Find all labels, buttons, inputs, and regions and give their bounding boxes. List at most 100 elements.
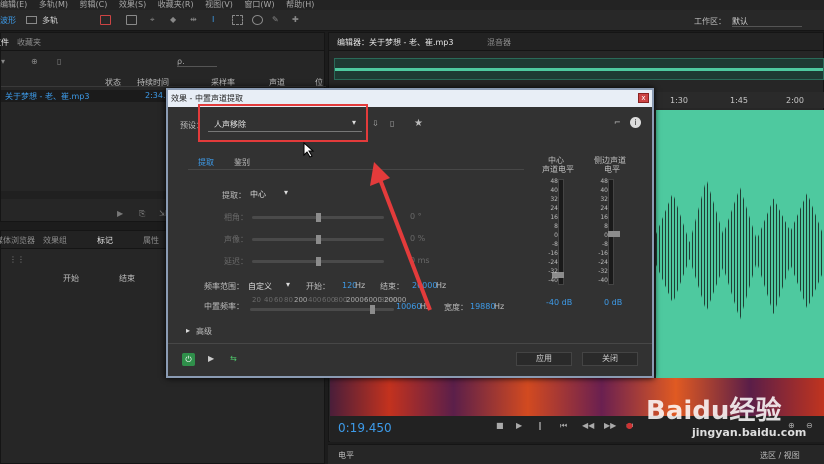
meter-tick: 40 <box>550 187 558 194</box>
tab-editor[interactable]: 编辑器：关于梦想 - 老、崔.mp3 <box>337 37 453 48</box>
razor-tool-icon[interactable]: ◆ <box>170 15 181 25</box>
save-preset-icon[interactable]: ⇩ <box>372 119 379 128</box>
side-level-value: 0 dB <box>604 298 623 307</box>
freq-range-select[interactable]: 自定义 ▾ <box>248 278 296 291</box>
tab-extract[interactable]: 提取 <box>198 157 214 168</box>
extract-select[interactable]: 中心 ▾ <box>250 187 296 199</box>
tab-divider <box>188 169 524 170</box>
dialog-close-button[interactable]: x <box>638 93 649 103</box>
slip-tool-icon[interactable]: ⇹ <box>190 15 201 25</box>
meter-tick: 0 <box>554 232 558 239</box>
meter-tick: -8 <box>552 241 558 248</box>
col-bits[interactable]: 位 <box>315 77 323 88</box>
preview-play-icon[interactable]: ▶ <box>208 354 214 363</box>
pause-icon[interactable]: ‖ <box>538 421 542 430</box>
width-value[interactable]: 19880 <box>470 302 495 311</box>
add-marker-icon[interactable]: ⋮⋮ <box>9 255 25 264</box>
chevron-down-icon: ▾ <box>284 188 289 197</box>
freq-tick: 400 <box>308 296 322 304</box>
meter-tick: 8 <box>604 223 608 230</box>
overview-waveform[interactable] <box>334 58 824 80</box>
workspace-label: 工作区： <box>694 17 726 26</box>
menu-effects[interactable]: 效果(S) <box>119 0 146 9</box>
open-file-icon[interactable]: ▾ <box>1 57 5 66</box>
mode-waveform-button[interactable]: 波形 <box>0 15 16 26</box>
dialog-title: 效果 - 中置声道提取 <box>171 94 243 103</box>
play-icon[interactable]: ▶ <box>117 209 123 218</box>
col-end[interactable]: 结束 <box>119 273 135 284</box>
power-toggle-icon[interactable]: ⏻ <box>182 353 195 366</box>
close-button[interactable]: 关闭 <box>582 352 638 366</box>
spot-healing-tool-icon[interactable]: ✚ <box>292 15 303 25</box>
menu-edit[interactable]: 编辑(E) <box>0 0 27 9</box>
col-duration[interactable]: 持续时间 <box>137 77 169 88</box>
menu-favorites[interactable]: 收藏夹(R) <box>158 0 194 9</box>
meter-tick: -16 <box>598 250 608 257</box>
side-meter-handle[interactable] <box>608 231 620 237</box>
delete-icon[interactable]: ▯ <box>57 57 61 66</box>
center-level-value: -40 dB <box>546 298 573 307</box>
center-meter-subtitle: 声道电平 <box>542 165 574 174</box>
autoplay-icon[interactable]: ⇲ <box>159 209 166 218</box>
forward-icon[interactable]: ▶▶ <box>604 421 616 430</box>
menu-help[interactable]: 帮助(H) <box>286 0 314 9</box>
import-icon[interactable]: ⊕ <box>31 57 38 66</box>
brush-tool-icon[interactable]: ✎ <box>272 15 283 25</box>
col-status[interactable]: 状态 <box>105 77 121 88</box>
pitch-display-icon[interactable] <box>126 15 137 25</box>
delete-preset-icon[interactable]: ▯ <box>390 119 394 128</box>
ruler-label: 1:45 <box>730 96 748 105</box>
tab-properties[interactable]: 属性 <box>143 235 159 246</box>
rewind-icon[interactable]: ◀◀ <box>582 421 594 430</box>
advanced-toggle[interactable]: 高级 <box>196 326 212 337</box>
meter-tick: 8 <box>554 223 558 230</box>
tab-effects-rack[interactable]: 效果组 <box>43 235 67 246</box>
play-icon[interactable]: ▶ <box>516 421 522 430</box>
col-start[interactable]: 开始 <box>63 273 79 284</box>
time-selection-tool-icon[interactable]: I <box>212 15 223 25</box>
freq-tick: 80 <box>284 296 293 304</box>
file-name: 关于梦想 - 老、崔.mp3 <box>5 92 90 101</box>
center-meter-scale: 48 40 32 24 16 8 0 -8 -16 -24 -32 -40 <box>544 178 558 290</box>
tab-mixer[interactable]: 混音器 <box>487 37 511 48</box>
routing-icon[interactable]: ⌐ <box>614 118 621 127</box>
menu-clip[interactable]: 剪辑(C) <box>80 0 108 9</box>
waveform-display[interactable] <box>656 110 824 386</box>
freq-range-label: 频率范围： <box>204 282 244 291</box>
marquee-tool-icon[interactable] <box>232 15 243 25</box>
workspace-select[interactable]: 默认 <box>732 16 802 27</box>
loop-icon[interactable]: ⎘ <box>139 209 145 219</box>
tab-markers[interactable]: 标记 <box>97 235 113 246</box>
move-tool-icon[interactable]: ⌖ <box>150 15 161 25</box>
advanced-expand-icon[interactable]: ▸ <box>186 326 190 335</box>
editor-tabbar: 编辑器：关于梦想 - 老、崔.mp3 混音器 <box>329 33 823 51</box>
spectral-display-icon[interactable] <box>100 15 111 25</box>
record-icon[interactable]: ● <box>626 421 633 430</box>
tab-favorites[interactable]: 收藏夹 <box>17 37 41 48</box>
mode-multitrack-button[interactable]: 多轨 <box>42 15 58 26</box>
loop-preview-icon[interactable]: ⇆ <box>230 354 237 363</box>
time-ruler[interactable]: 1:30 1:45 2:00 <box>656 92 824 108</box>
freq-range-value: 自定义 <box>248 282 272 291</box>
lasso-tool-icon[interactable] <box>252 15 263 25</box>
toolbar: 波形 多轨 ⌖ ◆ ⇹ I ✎ ✚ 工作区： 默认 <box>0 10 824 31</box>
col-channels[interactable]: 声道 <box>269 77 285 88</box>
tab-media-browser[interactable]: 媒体浏览器 <box>0 235 35 246</box>
tab-discriminate[interactable]: 鉴别 <box>234 157 250 168</box>
level-panel-title: 电平 <box>338 451 354 460</box>
files-header: 状态 持续时间 采样率 声道 位 <box>1 75 326 87</box>
meter-tick: -24 <box>598 259 608 266</box>
tab-files[interactable]: 文件 <box>0 37 9 48</box>
menu-view[interactable]: 视图(V) <box>205 0 233 9</box>
search-input[interactable]: ρ. <box>177 57 217 67</box>
col-samplerate[interactable]: 采样率 <box>211 77 235 88</box>
info-icon[interactable]: i <box>630 117 641 128</box>
skip-back-icon[interactable]: ⏮ <box>560 421 567 431</box>
width-unit: Hz <box>494 302 505 311</box>
menu-multitrack[interactable]: 多轨(M) <box>39 0 68 9</box>
favorite-star-icon[interactable]: ★ <box>414 118 423 129</box>
apply-button[interactable]: 应用 <box>516 352 572 366</box>
menu-window[interactable]: 窗口(W) <box>244 0 274 9</box>
stop-icon[interactable]: ■ <box>496 421 504 430</box>
meter-tick: -8 <box>602 241 608 248</box>
